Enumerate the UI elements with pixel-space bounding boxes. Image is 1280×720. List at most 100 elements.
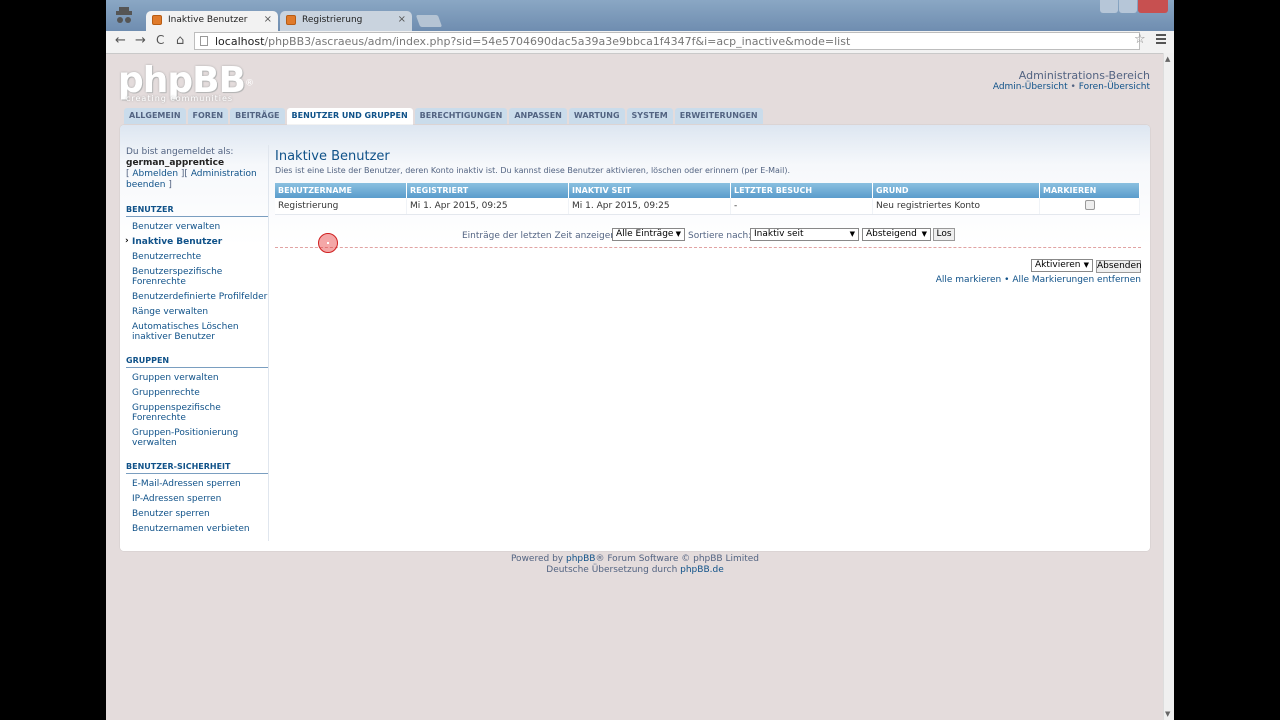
minimize-button[interactable]	[1100, 0, 1118, 13]
home-icon[interactable]: ⌂	[176, 33, 184, 48]
reload-icon[interactable]: C	[156, 33, 164, 47]
page-scrollbar[interactable]: ▲ ▼	[1163, 53, 1174, 720]
sidebar-item-gruppen-forenrechte[interactable]: Gruppenspezifische Forenrechte	[132, 403, 222, 423]
admin-panel: Du bist angemeldet als: german_apprentic…	[120, 125, 1150, 551]
tab-benutzer-und-gruppen[interactable]: BENUTZER UND GRUPPEN	[286, 108, 413, 126]
admin-overview-link[interactable]: Admin-Übersicht	[993, 82, 1068, 92]
entries-select[interactable]: Alle Einträge ▼	[612, 228, 685, 241]
cell-registered: Mi 1. Apr 2015, 09:25	[406, 198, 569, 215]
incognito-icon	[116, 7, 132, 23]
sidebar-group-benutzer: BENUTZER Benutzer verwalten Inaktive Ben…	[125, 205, 268, 342]
logout-link[interactable]: Abmelden	[132, 169, 178, 179]
go-button[interactable]: Los	[933, 228, 955, 241]
sidebar-item-inaktive-benutzer[interactable]: Inaktive Benutzer	[125, 236, 268, 247]
browser-menu-icon[interactable]	[1156, 34, 1166, 46]
link-separator: •	[1070, 82, 1076, 92]
browser-toolbar: ← → C ⌂ localhost/phpBB3/ascraeus/adm/in…	[106, 31, 1174, 54]
tab-beitraege[interactable]: BEITRÄGE	[230, 108, 285, 124]
tab-inaktive-benutzer[interactable]: Inaktive Benutzer ×	[146, 11, 278, 31]
sidebar-group-title: BENUTZER	[126, 205, 268, 217]
mark-all-link[interactable]: Alle markieren	[936, 275, 1002, 285]
url-path: /phpBB3/ascraeus/adm/index.php?sid=54e57…	[264, 35, 851, 48]
tab-anpassen[interactable]: ANPASSEN	[509, 108, 567, 124]
sidebar-group-title: BENUTZER-SICHERHEIT	[126, 462, 268, 474]
sidebar-item-benutzer-verwalten[interactable]: Benutzer verwalten	[132, 222, 268, 232]
new-tab-button[interactable]	[415, 15, 443, 27]
tab-erweiterungen[interactable]: ERWEITERUNGEN	[674, 108, 763, 124]
close-tab-icon[interactable]: ×	[398, 14, 406, 25]
sidebar-item-gruppenrechte[interactable]: Gruppenrechte	[132, 388, 268, 398]
tab-strip: Inaktive Benutzer × Registrierung ×	[106, 0, 1174, 31]
tab-wartung[interactable]: WARTUNG	[568, 108, 625, 124]
tab-foren[interactable]: FOREN	[187, 108, 229, 124]
back-arrow-icon[interactable]: ←	[115, 33, 126, 48]
inactive-users-table: BENUTZERNAME REGISTRIERT INAKTIV SEIT LE…	[275, 183, 1140, 215]
footer-text: ® Forum Software © phpBB Limited	[595, 554, 760, 564]
page-description: Dies ist eine Liste der Benutzer, deren …	[275, 166, 791, 175]
sidebar-item-benutzernamen-verbieten[interactable]: Benutzernamen verbieten	[132, 524, 268, 534]
logo-tagline: creating communities	[126, 94, 234, 103]
admin-title: Administrations-Bereich	[1018, 69, 1150, 82]
bracket: [	[126, 169, 130, 179]
tab-berechtigungen[interactable]: BERECHTIGUNGEN	[414, 108, 508, 124]
bookmark-star-icon[interactable]: ☆	[1134, 32, 1146, 47]
sidebar-item-raenge[interactable]: Ränge verwalten	[132, 307, 268, 317]
tab-registrierung[interactable]: Registrierung ×	[280, 11, 412, 31]
footer-translation: Deutsche Übersetzung durch phpBB.de	[106, 565, 1164, 576]
tab-allgemein[interactable]: ALLGEMEIN	[124, 108, 186, 124]
cell-mark	[1039, 198, 1140, 215]
phpbb-link[interactable]: phpBB	[566, 554, 595, 564]
close-window-button[interactable]	[1138, 0, 1168, 13]
forum-overview-link[interactable]: Foren-Übersicht	[1079, 82, 1150, 92]
chevron-down-icon: ▼	[849, 230, 855, 238]
page-content: phpBB® creating communities Administrati…	[106, 54, 1164, 720]
sidebar-item-benutzerrechte[interactable]: Benutzerrechte	[132, 252, 268, 262]
sidebar-item-profilfelder[interactable]: Benutzerdefinierte Profilfelder	[132, 292, 268, 302]
logged-in-label: Du bist angemeldet als:	[126, 147, 234, 157]
unmark-all-link[interactable]: Alle Markierungen entfernen	[1012, 275, 1141, 285]
sidebar-item-gruppen-positionierung[interactable]: Gruppen-Positionierung verwalten	[132, 428, 242, 448]
sidebar-item-auto-loeschen[interactable]: Automatisches Löschen inaktiver Benutzer	[132, 322, 242, 342]
footer-text: Powered by	[510, 554, 566, 564]
column-header: INAKTIV SEIT	[568, 183, 731, 198]
sort-select[interactable]: Inaktiv seit ▼	[750, 228, 859, 241]
action-select[interactable]: Aktivieren ▼	[1031, 259, 1093, 272]
chevron-down-icon: ▼	[675, 230, 681, 238]
scroll-up-icon[interactable]: ▲	[1165, 55, 1170, 63]
tab-title: Inaktive Benutzer	[168, 15, 248, 25]
sidebar-group-sicherheit: BENUTZER-SICHERHEIT E-Mail-Adressen sper…	[126, 462, 268, 534]
cell-inactive-since: Mi 1. Apr 2015, 09:25	[568, 198, 731, 215]
sidebar-item-benutzer-forenrechte[interactable]: Benutzerspezifische Forenrechte	[132, 267, 222, 287]
chevron-down-icon: ▼	[1083, 261, 1089, 269]
order-select[interactable]: Absteigend ▼	[862, 228, 931, 241]
order-value: Absteigend	[866, 229, 917, 239]
sidebar-group-title: GRUPPEN	[126, 356, 268, 368]
sidebar-item-email-sperren[interactable]: E-Mail-Adressen sperren	[132, 479, 268, 489]
cell-last-visit: -	[730, 198, 873, 215]
page-title: Inaktive Benutzer	[275, 149, 390, 164]
tab-title: Registrierung	[302, 15, 363, 25]
mark-checkbox[interactable]	[1084, 199, 1095, 210]
maximize-button[interactable]	[1119, 0, 1137, 13]
scroll-down-icon[interactable]: ▼	[1165, 710, 1170, 718]
mouse-cursor-indicator	[318, 233, 338, 253]
sidebar-item-gruppen-verwalten[interactable]: Gruppen verwalten	[132, 373, 268, 383]
tab-system[interactable]: SYSTEM	[626, 108, 673, 124]
browser-window: Inaktive Benutzer × Registrierung × ← → …	[106, 0, 1174, 720]
phpbb-de-link[interactable]: phpBB.de	[680, 565, 724, 575]
window-controls	[1100, 0, 1168, 14]
phpbb-logo[interactable]: phpBB® creating communities	[118, 60, 254, 103]
address-bar[interactable]: localhost/phpBB3/ascraeus/adm/index.php?…	[194, 32, 1140, 50]
sidebar: Du bist angemeldet als: german_apprentic…	[125, 147, 268, 534]
forward-arrow-icon[interactable]: →	[135, 33, 146, 48]
sidebar-item-ip-sperren[interactable]: IP-Adressen sperren	[132, 494, 268, 504]
submit-button[interactable]: Absenden	[1096, 260, 1142, 273]
cell-reason: Neu registriertes Konto	[872, 198, 1040, 215]
close-tab-icon[interactable]: ×	[264, 14, 272, 25]
sidebar-item-benutzer-sperren[interactable]: Benutzer sperren	[132, 509, 268, 519]
table-header-row: BENUTZERNAME REGISTRIERT INAKTIV SEIT LE…	[275, 183, 1140, 198]
url-host: localhost	[215, 35, 265, 48]
bracket: ][	[180, 169, 188, 179]
cell-username[interactable]: Registrierung	[275, 198, 407, 215]
sidebar-divider	[268, 145, 269, 541]
